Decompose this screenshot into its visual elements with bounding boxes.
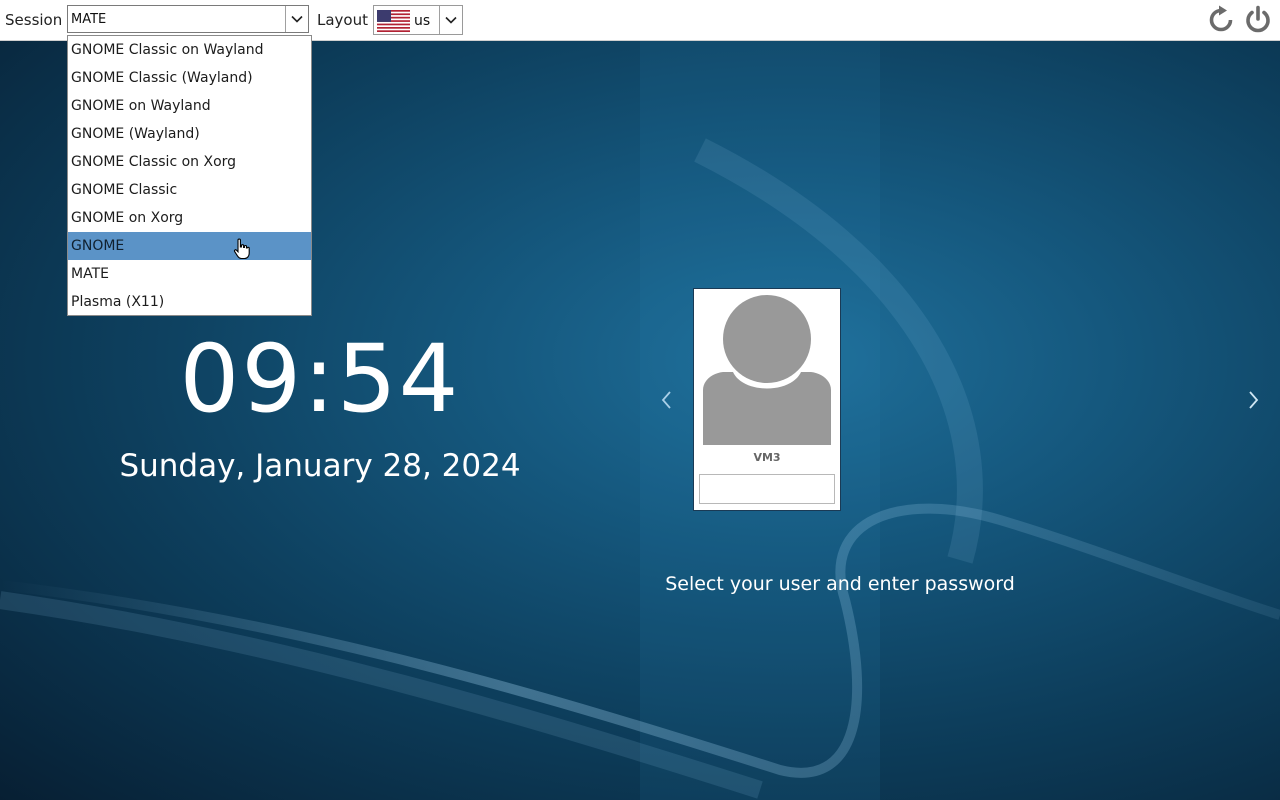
user-avatar-icon [703, 295, 831, 445]
session-option[interactable]: GNOME Classic (Wayland) [68, 64, 311, 92]
session-option[interactable]: Plasma (X11) [68, 288, 311, 316]
chevron-down-icon [445, 16, 457, 24]
session-dropdown-toggle[interactable] [285, 6, 308, 32]
layout-dropdown-toggle[interactable] [439, 6, 462, 34]
session-option[interactable]: GNOME on Xorg [68, 204, 311, 232]
password-input[interactable] [699, 474, 835, 504]
session-dropdown-list: GNOME Classic on Wayland GNOME Classic (… [67, 35, 312, 316]
session-option[interactable]: GNOME Classic on Xorg [68, 148, 311, 176]
next-user-arrow-icon[interactable] [1247, 388, 1261, 412]
user-name: VM3 [753, 451, 781, 464]
login-instruction: Select your user and enter password [665, 573, 1015, 595]
layout-select-value: us [414, 13, 431, 29]
session-option[interactable]: GNOME (Wayland) [68, 120, 311, 148]
session-label: Session [5, 11, 63, 29]
session-option[interactable]: GNOME Classic [68, 176, 311, 204]
session-option[interactable]: MATE [68, 260, 311, 288]
clock-date: Sunday, January 28, 2024 [119, 448, 521, 484]
session-option[interactable]: GNOME on Wayland [68, 92, 311, 120]
clock-time: 09:54 [179, 325, 461, 434]
session-select[interactable]: MATE [67, 5, 309, 33]
session-option[interactable]: GNOME Classic on Wayland [68, 36, 311, 64]
hand-cursor-icon [233, 238, 250, 260]
layout-select[interactable]: us [373, 5, 463, 35]
user-card[interactable]: VM3 [693, 288, 841, 511]
power-icon[interactable] [1243, 5, 1273, 35]
session-option-highlighted[interactable]: GNOME [68, 232, 311, 260]
layout-label: Layout [317, 11, 368, 29]
us-flag-icon [377, 10, 410, 32]
chevron-down-icon [291, 15, 303, 23]
previous-user-arrow-icon[interactable] [659, 388, 673, 412]
session-select-value: MATE [71, 12, 107, 27]
reboot-icon[interactable] [1206, 5, 1236, 35]
